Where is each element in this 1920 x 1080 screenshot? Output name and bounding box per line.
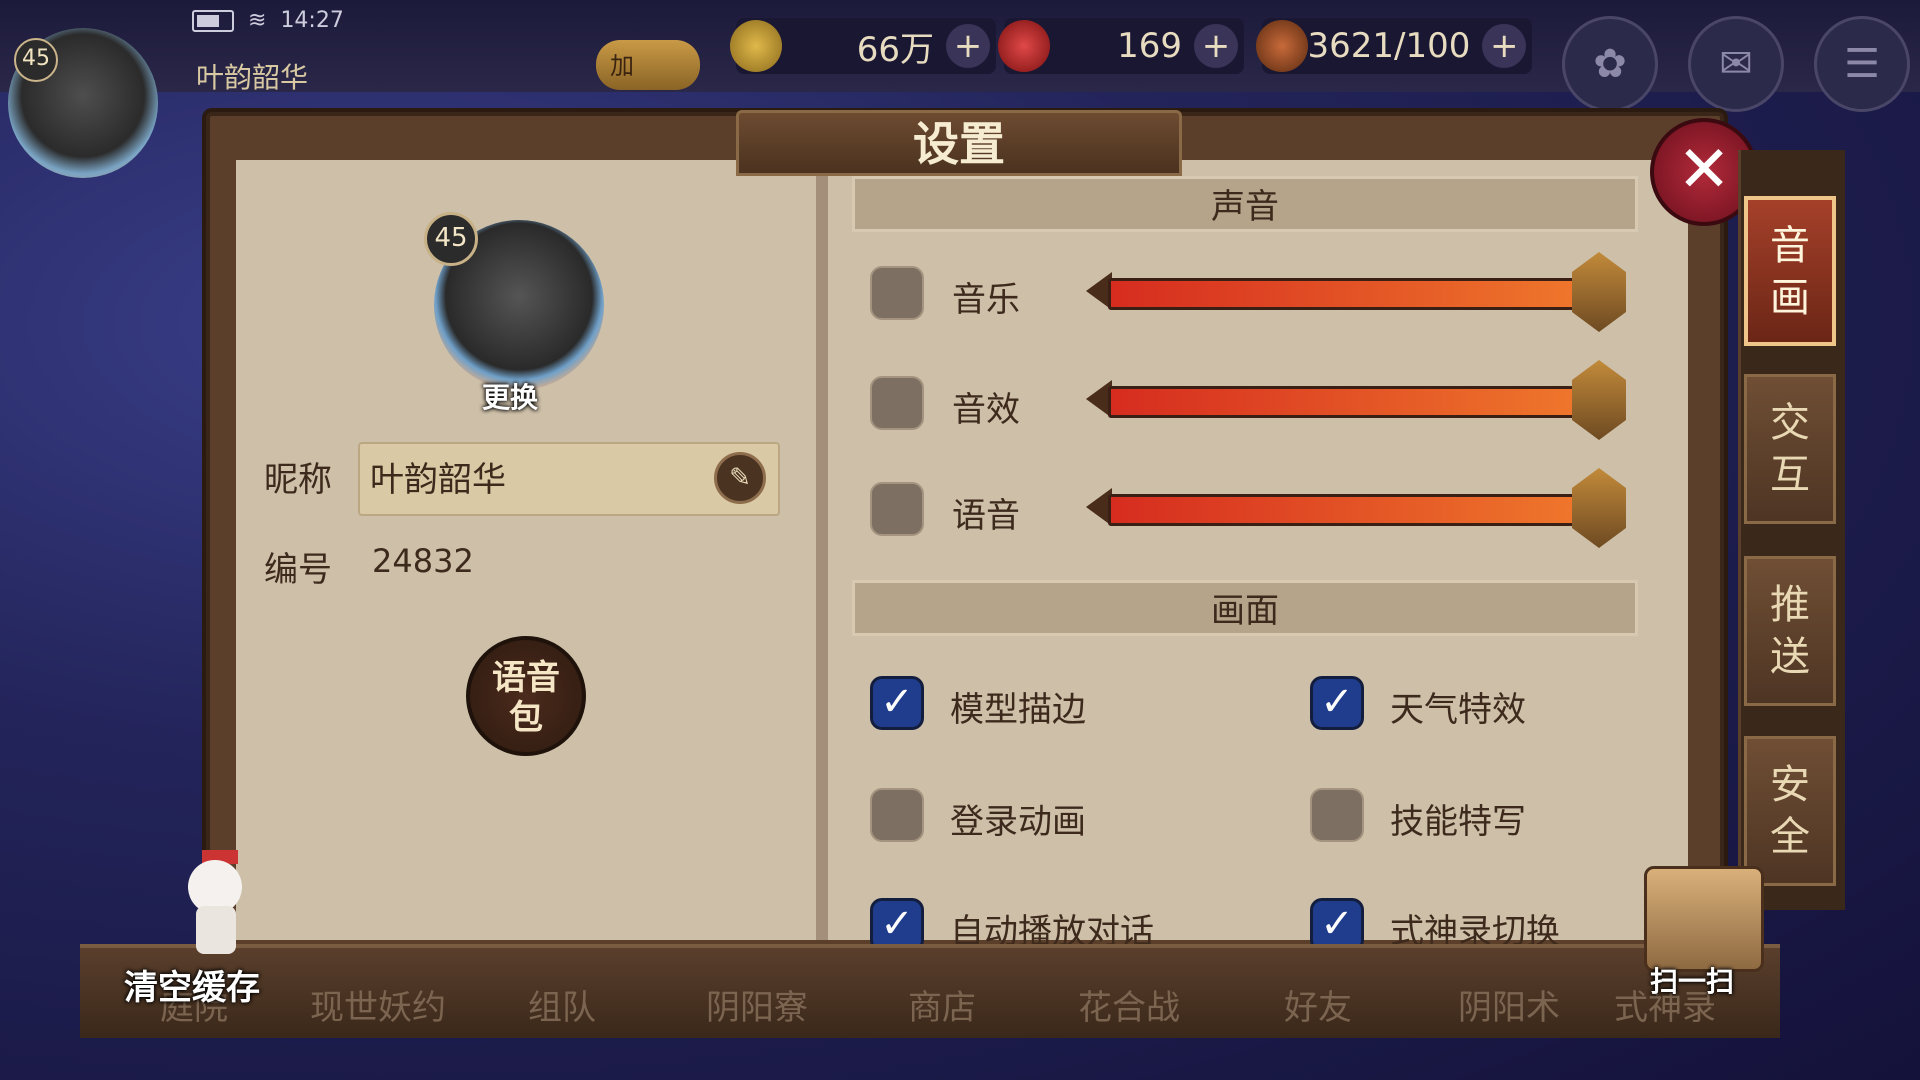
stamina-icon — [1256, 20, 1308, 72]
mascot-doll — [170, 850, 260, 960]
slider-track — [1108, 278, 1604, 310]
tab-security[interactable]: 安全 — [1744, 736, 1836, 886]
music-label: 音乐 — [952, 280, 1020, 320]
skill-closeup-checkbox[interactable] — [1310, 788, 1364, 842]
coin-counter: 66万 + — [730, 18, 996, 74]
tab-interaction[interactable]: 交互 — [1744, 374, 1836, 524]
profile-avatar[interactable]: 45 更换 — [404, 200, 634, 414]
nav-card-battle[interactable]: 花合战 — [1078, 980, 1180, 1029]
tab-audio-visual[interactable]: 音画 — [1744, 196, 1836, 346]
sfx-toggle[interactable] — [870, 376, 924, 430]
sound-section-header: 声音 — [852, 176, 1638, 232]
voice-toggle[interactable] — [870, 482, 924, 536]
nav-shop[interactable]: 商店 — [908, 980, 976, 1029]
music-toggle[interactable] — [870, 266, 924, 320]
nav-team[interactable]: 组队 — [528, 980, 596, 1029]
model-outline-label: 模型描边 — [950, 690, 1086, 730]
level-badge: 45 — [424, 212, 478, 266]
model-outline-checkbox[interactable]: ✓ — [870, 676, 924, 730]
nav-spells[interactable]: 阴阳术 — [1458, 980, 1560, 1029]
pane-divider — [816, 160, 828, 940]
music-volume-slider[interactable] — [1086, 252, 1626, 332]
tab-push[interactable]: 推送 — [1744, 556, 1836, 706]
slider-knob[interactable] — [1572, 252, 1626, 332]
nav-guild[interactable]: 阴阳寮 — [706, 980, 808, 1029]
scan-label[interactable]: 扫一扫 — [1650, 960, 1734, 1000]
top-player-name: 叶韵韶华 — [196, 61, 309, 94]
scan-icon[interactable] — [1644, 866, 1764, 972]
id-label: 编号 — [264, 550, 332, 590]
nav-yaoyue[interactable]: 现世妖约 — [310, 980, 446, 1029]
nickname-label: 昵称 — [264, 460, 332, 500]
edit-nickname-icon[interactable]: ✎ — [714, 452, 766, 504]
slider-knob[interactable] — [1572, 360, 1626, 440]
voice-volume-slider[interactable] — [1086, 468, 1626, 548]
voice-pack-button[interactable]: 语音包 — [466, 636, 586, 756]
id-value: 24832 — [372, 542, 474, 580]
graphics-section-header: 画面 — [852, 580, 1638, 636]
slider-knob[interactable] — [1572, 468, 1626, 548]
sfx-label: 音效 — [952, 390, 1020, 430]
login-animation-label: 登录动画 — [950, 802, 1086, 842]
login-animation-checkbox[interactable] — [870, 788, 924, 842]
settings-title: 设置 — [736, 110, 1182, 176]
add-coin-button[interactable]: + — [946, 24, 990, 68]
slider-track — [1108, 386, 1604, 418]
nav-friends[interactable]: 好友 — [1284, 980, 1352, 1029]
chat-icon[interactable]: ☰ — [1814, 16, 1910, 112]
doll-body — [196, 906, 236, 954]
add-stamina-button[interactable]: + — [1482, 24, 1526, 68]
battery-icon — [192, 9, 234, 32]
jade-counter: 169 + — [998, 18, 1244, 74]
nickname-value: 叶韵韶华 — [370, 460, 506, 500]
buff-button[interactable]: 加 — [596, 40, 700, 90]
change-avatar-label[interactable]: 更换 — [482, 376, 538, 416]
weather-effects-label: 天气特效 — [1390, 690, 1526, 730]
sakura-icon[interactable]: ✿ — [1562, 16, 1658, 112]
slider-track — [1108, 494, 1604, 526]
weather-effects-checkbox[interactable]: ✓ — [1310, 676, 1364, 730]
status-bar: ≋ 14:27 — [192, 8, 344, 33]
jade-icon — [998, 20, 1050, 72]
top-avatar[interactable]: 45 — [8, 28, 158, 178]
coin-value: 66万 — [856, 29, 934, 70]
stamina-value: 3621/100 — [1307, 26, 1471, 66]
clock: 14:27 — [280, 8, 344, 33]
coin-icon — [730, 20, 782, 72]
skill-closeup-label: 技能特写 — [1390, 802, 1526, 842]
sfx-volume-slider[interactable] — [1086, 360, 1626, 440]
voice-label: 语音 — [952, 496, 1020, 536]
top-level-badge: 45 — [14, 38, 58, 82]
mail-icon[interactable]: ✉ — [1688, 16, 1784, 112]
clear-cache-button[interactable]: 清空缓存 — [124, 960, 260, 1009]
wifi-icon: ≋ — [248, 8, 267, 33]
stamina-counter: 3621/100 + — [1256, 18, 1532, 74]
add-jade-button[interactable]: + — [1194, 24, 1238, 68]
jade-value: 169 — [1117, 26, 1182, 66]
